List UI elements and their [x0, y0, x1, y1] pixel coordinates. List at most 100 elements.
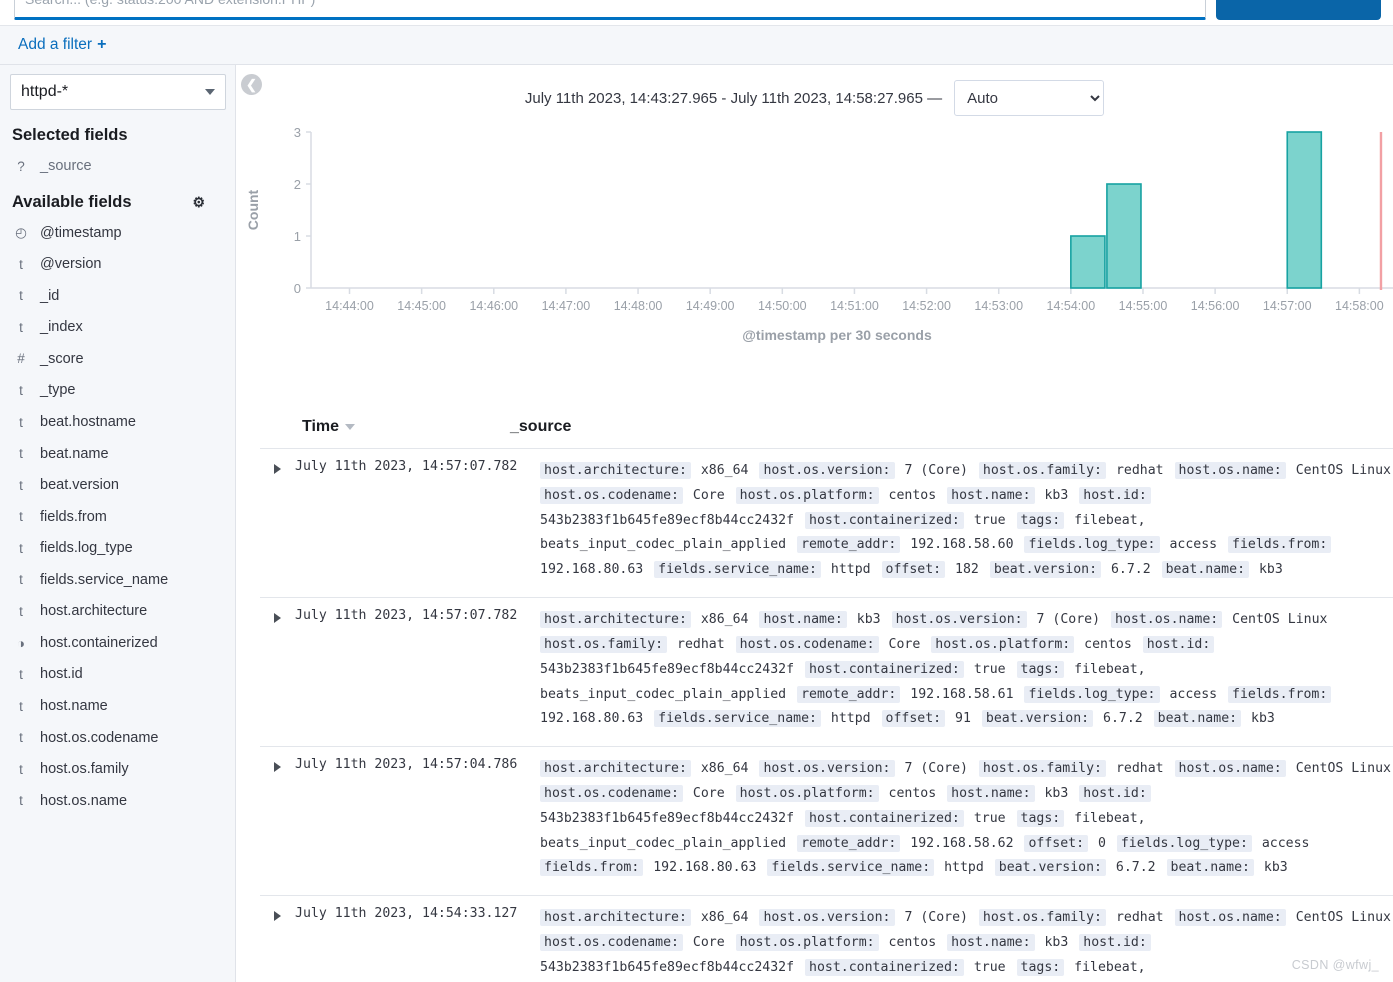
source-field-key: host.os.name: [1111, 611, 1223, 629]
table-row[interactable]: July 11th 2023, 14:57:04.786 host.archite… [260, 747, 1393, 897]
source-field-key: fields.log_type: [1116, 834, 1252, 852]
selected-fields-title: Selected fields [12, 126, 128, 144]
gear-icon[interactable]: ⚙ [192, 194, 205, 211]
source-field-value: true [965, 661, 1014, 677]
caret-right-icon[interactable] [274, 762, 281, 773]
field-name: @version [40, 256, 102, 273]
source-field-key: host.os.codename: [540, 486, 683, 504]
caret-right-icon[interactable] [274, 911, 281, 922]
source-field-value: centos [880, 785, 945, 801]
field-name: host.name [40, 698, 108, 714]
add-filter-label: Add a filter [18, 36, 93, 53]
search-input[interactable] [14, 0, 1206, 20]
field-name: host.os.codename [40, 729, 159, 746]
table-row[interactable]: July 11th 2023, 14:54:33.127 host.archite… [260, 896, 1393, 982]
source-field-value: kb3 [1036, 487, 1077, 503]
timestamp-value: July 11th 2023, 14:57:04.786 [295, 757, 518, 773]
sort-desc-icon[interactable] [345, 424, 356, 430]
source-field-key: tags: [1016, 511, 1065, 529]
source-field-value: 6.7.2 [1103, 562, 1159, 578]
source-field-value: CentOS Linux [1287, 463, 1391, 478]
source-field-key: host.os.name: [1174, 760, 1286, 778]
field-type-icon: t [19, 761, 23, 777]
field-name: @timestamp [40, 224, 122, 241]
svg-text:14:53:00: 14:53:00 [974, 299, 1023, 313]
svg-text:14:51:00: 14:51:00 [830, 299, 879, 313]
source-field-key: beat.version: [994, 859, 1106, 877]
source-field-key: host.os.platform: [931, 635, 1075, 653]
field-type-icon: t [19, 730, 23, 746]
source-field-value: 0 [1090, 835, 1114, 851]
field-item--score[interactable]: # _score [0, 344, 235, 376]
field-name: _score [40, 350, 84, 367]
source-field-value: centos [880, 487, 945, 503]
source-field-key: beat.name: [1161, 561, 1250, 579]
source-field-value: redhat [1108, 910, 1172, 926]
source-field-key: host.containerized: [805, 809, 964, 827]
source-field-key: host.os.version: [759, 462, 895, 479]
field-item-host-architecture[interactable]: t host.architecture [0, 596, 235, 628]
table-row[interactable]: July 11th 2023, 14:57:07.782 host.archite… [260, 449, 1393, 599]
column-header-time[interactable]: Time [260, 418, 510, 436]
source-field-value: httpd [822, 562, 879, 578]
field-item--version[interactable]: t @version [0, 249, 235, 281]
field-item-beat-hostname[interactable]: t beat.hostname [0, 407, 235, 439]
timestamp-value: July 11th 2023, 14:57:07.782 [295, 608, 518, 624]
svg-text:14:56:00: 14:56:00 [1191, 299, 1240, 313]
cell-time: July 11th 2023, 14:57:07.782 [260, 608, 540, 732]
main-pane: ❮ July 11th 2023, 14:43:27.965 - July 11… [236, 65, 1393, 982]
histogram-bar[interactable] [1070, 235, 1106, 289]
source-field-value: 7 (Core) [896, 761, 976, 777]
source-field-key: remote_addr: [797, 536, 901, 554]
field-item-host-os-name[interactable]: t host.os.name [0, 786, 235, 818]
source-field-value: centos [880, 935, 945, 950]
field-name: fields.service_name [40, 571, 169, 588]
source-field-key: host.containerized: [805, 660, 964, 678]
field-item-host-os-family[interactable]: t host.os.family [0, 754, 235, 786]
source-field-key: host.name: [947, 934, 1035, 951]
column-header-source[interactable]: _source [510, 418, 571, 436]
cell-source: host.architecture: x86_64 host.os.versio… [540, 757, 1393, 881]
field-item--source[interactable]: ? _source [0, 151, 235, 183]
field-item-beat-name[interactable]: t beat.name [0, 439, 235, 471]
table-body: July 11th 2023, 14:57:07.782 host.archite… [260, 449, 1393, 982]
field-item-host-id[interactable]: t host.id [0, 659, 235, 691]
source-field-value: true [965, 959, 1014, 975]
histogram-bar[interactable] [1286, 131, 1323, 289]
source-field-key: fields.service_name: [654, 710, 821, 728]
caret-right-icon[interactable] [274, 613, 281, 624]
table-row[interactable]: July 11th 2023, 14:57:07.782 host.archite… [260, 598, 1393, 748]
source-field-value: httpd [936, 860, 992, 876]
field-item-host-containerized[interactable]: ◑ host.containerized [0, 628, 235, 660]
svg-text:3: 3 [294, 125, 301, 140]
histogram-bar[interactable] [1106, 183, 1142, 289]
add-filter-button[interactable]: Add a filter + [18, 36, 106, 54]
field-item-host-os-codename[interactable]: t host.os.codename [0, 723, 235, 755]
field-item-fields-from[interactable]: t fields.from [0, 502, 235, 534]
svg-text:14:52:00: 14:52:00 [902, 299, 951, 313]
source-field-key: offset: [1024, 834, 1089, 852]
field-name: host.containerized [40, 634, 158, 651]
source-field-value: 7 (Core) [896, 910, 976, 926]
caret-right-icon[interactable] [274, 464, 281, 474]
source-field-key: host.architecture: [540, 462, 691, 479]
clear-query-icon[interactable]: ✕ [1192, 0, 1205, 3]
interval-select[interactable]: AutoMillisecondSecondMinuteHourlyDailyWe… [954, 80, 1105, 116]
source-field-key: host.os.name: [1174, 462, 1286, 479]
timestamp-value: July 11th 2023, 14:57:07.782 [295, 459, 518, 474]
field-item-fields-service-name[interactable]: t fields.service_name [0, 565, 235, 597]
source-field-value: kb3 [1036, 935, 1077, 950]
field-name: host.os.family [40, 761, 129, 778]
field-item--timestamp[interactable]: ◴ @timestamp [0, 218, 235, 250]
field-name: _index [40, 319, 83, 336]
index-pattern-select[interactable]: httpd-* [10, 74, 226, 110]
field-item--index[interactable]: t _index [0, 312, 235, 344]
field-item-beat-version[interactable]: t beat.version [0, 470, 235, 502]
field-item-fields-log-type[interactable]: t fields.log_type [0, 533, 235, 565]
cell-source: host.architecture: x86_64 host.name: kb3… [540, 608, 1393, 732]
field-item--id[interactable]: t _id [0, 281, 235, 313]
search-button[interactable] [1216, 0, 1381, 20]
field-item-host-name[interactable]: t host.name [0, 691, 235, 723]
field-item--type[interactable]: t _type [0, 375, 235, 407]
histogram-chart[interactable]: 0 1 2 3 Count 14:44:00 14:45:00 14:46:00 14:47:0… [236, 120, 1393, 405]
